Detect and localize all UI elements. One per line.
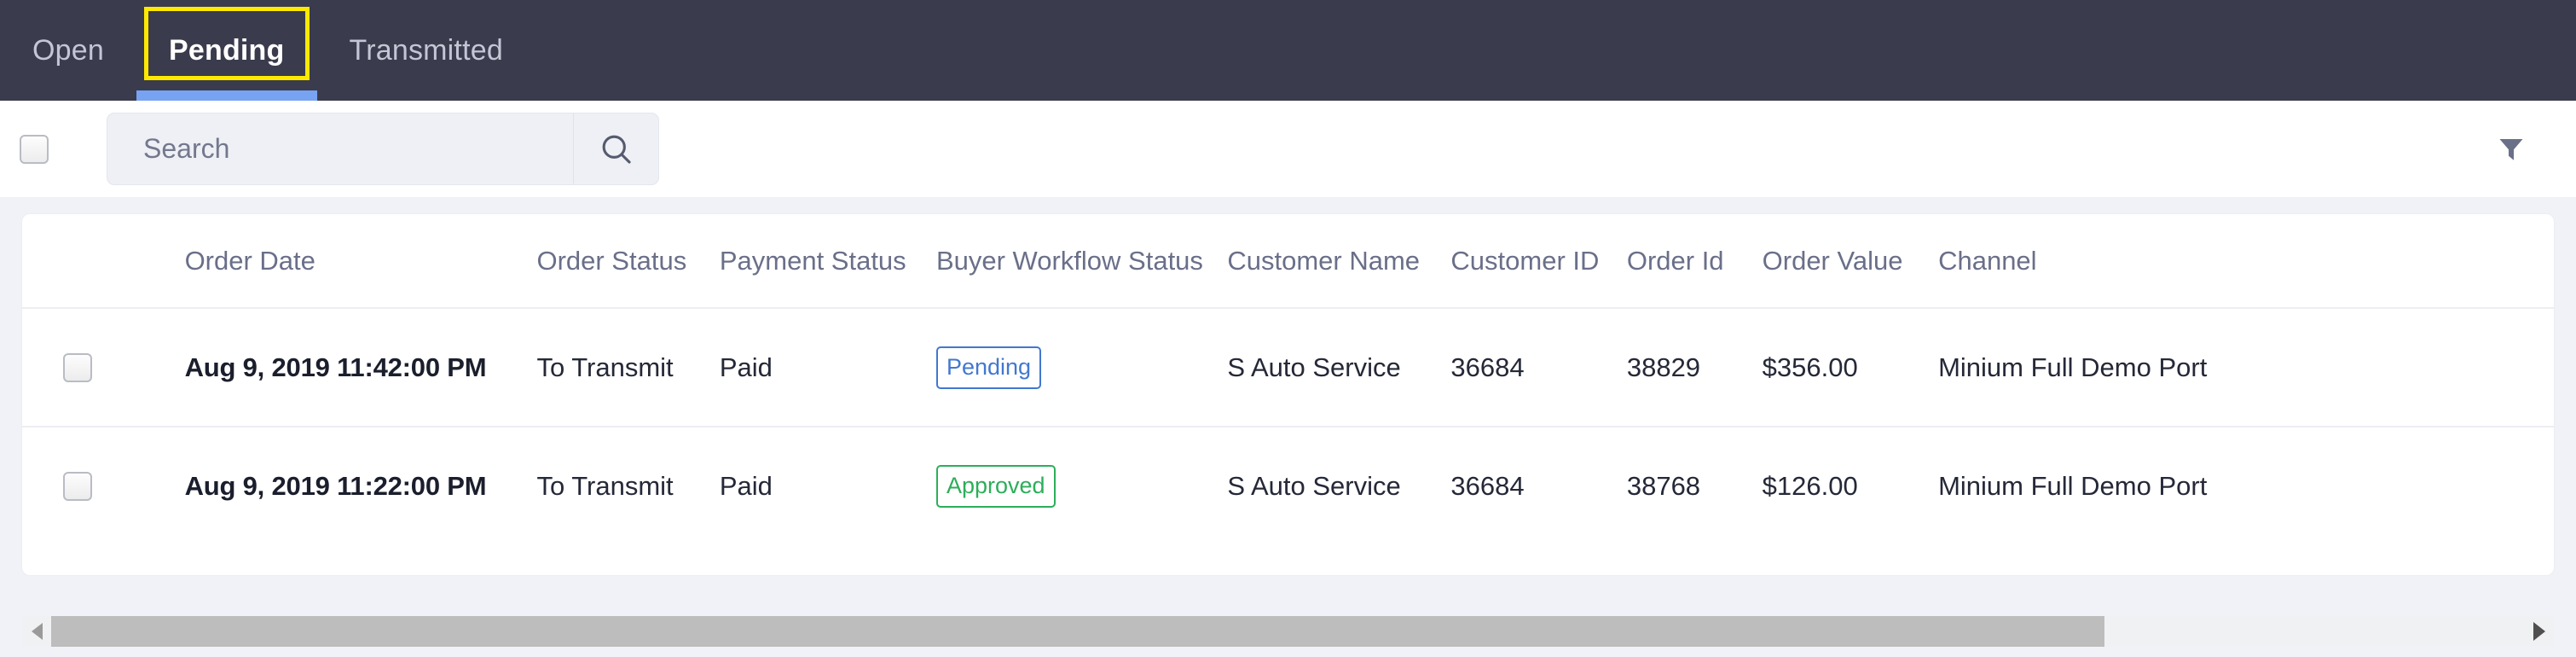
tab-open-label: Open xyxy=(32,33,104,67)
cell-customer-name: S Auto Service xyxy=(1227,426,1451,545)
chevron-right-icon xyxy=(2533,622,2545,641)
cell-order-value: $356.00 xyxy=(1762,352,1858,382)
cell-customer-id: 36684 xyxy=(1450,426,1627,545)
scroll-right-button[interactable] xyxy=(2525,616,2554,647)
column-header-channel[interactable]: Channel xyxy=(1938,214,2554,309)
orders-table: Order Date Order Status Payment Status B… xyxy=(22,214,2554,545)
orders-table-card: Order Date Order Status Payment Status B… xyxy=(22,214,2554,575)
search-input[interactable] xyxy=(107,113,573,184)
column-header-order-value[interactable]: Order Value xyxy=(1762,214,1939,309)
cell-payment-status: Paid xyxy=(719,426,936,545)
row-select-checkbox[interactable] xyxy=(63,472,92,501)
cell-channel: Minium Full Demo Port xyxy=(1938,426,2554,545)
cell-order-date: Aug 9, 2019 11:22:00 PM xyxy=(184,426,537,545)
chevron-left-icon xyxy=(31,623,43,640)
select-all-checkbox[interactable] xyxy=(20,134,49,164)
cell-order-date: Aug 9, 2019 11:42:00 PM xyxy=(184,352,487,382)
column-header-customer-id[interactable]: Customer ID xyxy=(1450,214,1627,309)
column-header-order-date[interactable]: Order Date xyxy=(184,214,537,309)
focus-ring xyxy=(143,7,310,80)
header-checkbox-cell xyxy=(22,214,185,309)
table-body: Aug 9, 2019 11:42:00 PM To Transmit Paid… xyxy=(22,308,2554,545)
table-row[interactable]: Aug 9, 2019 11:42:00 PM To Transmit Paid… xyxy=(22,308,2554,427)
cell-buyer-workflow-status: Approved xyxy=(935,426,1228,545)
status-badge: Pending xyxy=(935,346,1042,389)
cell-order-id: 38768 xyxy=(1626,426,1763,545)
horizontal-scrollbar[interactable] xyxy=(22,616,2554,647)
active-tab-underline xyxy=(136,90,317,101)
cell-channel: Minium Full Demo Port xyxy=(1938,352,2208,382)
column-header-buyer-workflow-status[interactable]: Buyer Workflow Status xyxy=(935,214,1228,309)
tab-bar: Open Pending Transmitted xyxy=(0,0,2576,101)
row-checkbox-cell xyxy=(22,426,185,545)
column-header-payment-status[interactable]: Payment Status xyxy=(719,214,936,309)
table-head: Order Date Order Status Payment Status B… xyxy=(22,214,2554,309)
cell-customer-name: S Auto Service xyxy=(1227,352,1401,382)
filter-button[interactable] xyxy=(2470,101,2552,197)
tab-transmitted[interactable]: Transmitted xyxy=(317,0,535,101)
cell-order-status: To Transmit xyxy=(536,426,720,545)
tab-open[interactable]: Open xyxy=(0,0,136,101)
column-header-order-id[interactable]: Order Id xyxy=(1626,214,1763,309)
row-select-checkbox[interactable] xyxy=(63,352,92,382)
scroll-left-button[interactable] xyxy=(22,616,51,647)
search-box xyxy=(107,113,659,185)
cell-order-status: To Transmit xyxy=(536,352,674,382)
table-header-row: Order Date Order Status Payment Status B… xyxy=(22,214,2554,309)
row-checkbox-cell xyxy=(22,308,185,427)
cell-order-id: 38829 xyxy=(1626,352,1701,382)
cell-payment-status: Paid xyxy=(719,352,773,382)
tab-pending[interactable]: Pending xyxy=(136,0,317,101)
search-button[interactable] xyxy=(573,113,658,184)
column-header-order-status[interactable]: Order Status xyxy=(536,214,720,309)
filter-funnel-icon xyxy=(2499,138,2523,160)
scrollbar-track[interactable] xyxy=(51,616,2525,647)
tab-pending-label: Pending xyxy=(168,33,285,67)
table-row[interactable]: Aug 9, 2019 11:22:00 PM To Transmit Paid… xyxy=(22,426,2554,545)
column-header-customer-name[interactable]: Customer Name xyxy=(1227,214,1451,309)
table-area: Order Date Order Status Payment Status B… xyxy=(0,197,2576,657)
cell-order-value: $126.00 xyxy=(1762,426,1939,545)
status-badge: Approved xyxy=(935,465,1056,508)
scrollbar-thumb[interactable] xyxy=(51,616,2104,647)
toolbar xyxy=(0,101,2576,197)
cell-buyer-workflow-status: Pending xyxy=(935,308,1227,427)
cell-customer-id: 36684 xyxy=(1450,352,1525,382)
search-icon xyxy=(602,135,631,164)
tab-transmitted-label: Transmitted xyxy=(349,33,503,67)
